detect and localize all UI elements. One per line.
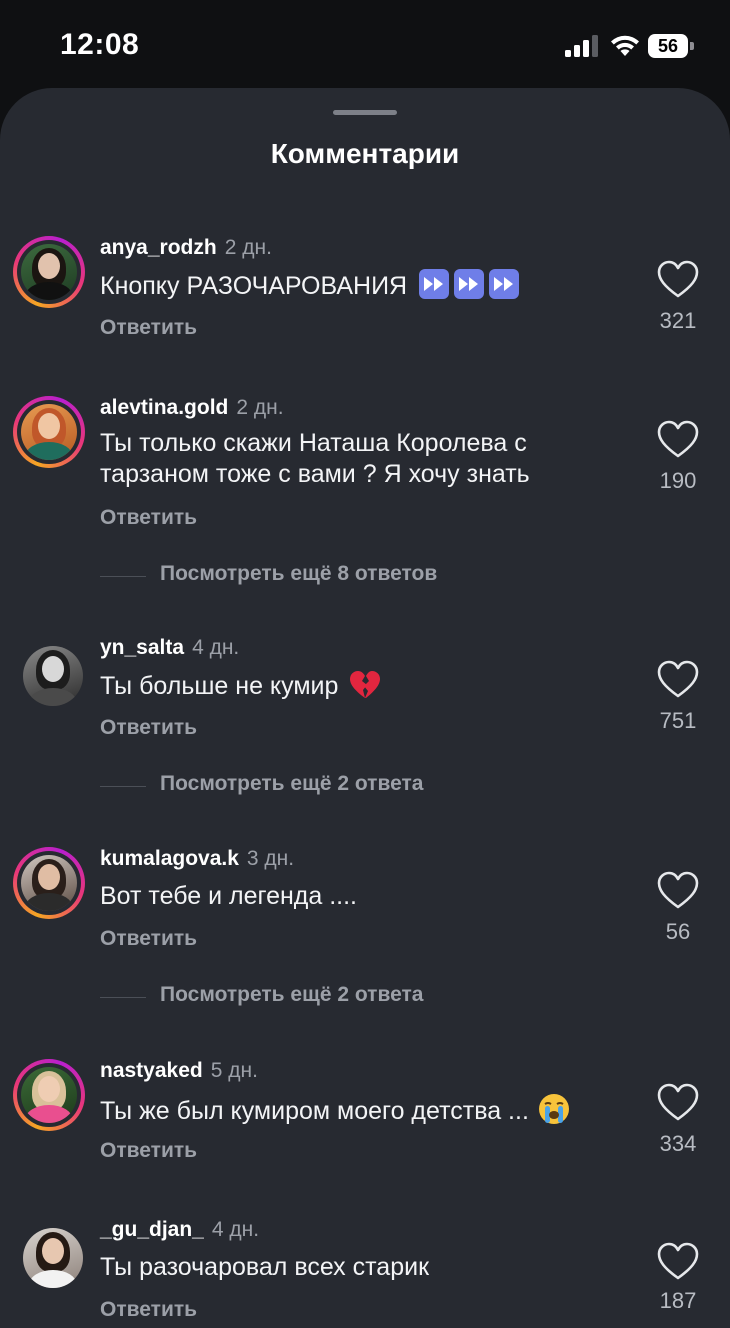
battery-icon: 56: [648, 34, 696, 58]
view-more-replies-button[interactable]: Посмотреть ещё 8 ответов: [100, 562, 600, 592]
comment-age: 2 дн.: [236, 396, 284, 419]
comment-header: alevtina.gold 2 дн.: [100, 396, 284, 420]
like-count: 334: [659, 1131, 697, 1156]
fast-forward-icon: [454, 269, 485, 299]
comment-header: kumalagova.k 3 дн.: [100, 847, 294, 871]
avatar-photo: [23, 1228, 83, 1288]
like-heart-icon[interactable]: [656, 420, 700, 460]
avatar[interactable]: [13, 1059, 85, 1131]
comment-text: Вот тебе и легенда ....: [100, 882, 358, 910]
fast-forward-icon: [489, 269, 520, 299]
status-bar: 12:08 56: [0, 0, 730, 92]
view-more-replies-button[interactable]: Посмотреть ещё 2 ответа: [100, 772, 600, 802]
username[interactable]: anya_rodzh: [100, 236, 217, 259]
username[interactable]: _gu_djan_: [100, 1218, 204, 1241]
battery-level: 56: [648, 34, 688, 58]
cellular-signal-icon: [565, 35, 598, 57]
status-time: 12:08: [60, 28, 140, 61]
username[interactable]: alevtina.gold: [100, 396, 228, 419]
avatar[interactable]: [13, 396, 85, 468]
view-more-replies-button[interactable]: Посмотреть ещё 2 ответа: [100, 983, 600, 1013]
reply-button[interactable]: Ответить: [100, 506, 197, 530]
crying-face-icon: [538, 1094, 569, 1124]
sheet-title: Комментарии: [270, 138, 460, 169]
comment-header: _gu_djan_ 4 дн.: [100, 1218, 259, 1242]
comment-header: yn_salta 4 дн.: [100, 636, 239, 660]
avatar[interactable]: [13, 847, 85, 919]
comment-text: Ты больше не кумир: [100, 670, 600, 702]
comment-age: 3 дн.: [246, 847, 295, 870]
like-heart-icon[interactable]: [656, 660, 700, 700]
avatar-photo: [21, 404, 77, 460]
like-heart-icon[interactable]: [656, 260, 700, 300]
broken-heart-icon: [350, 671, 381, 698]
like-count: 190: [659, 468, 697, 493]
like-count: 187: [659, 1288, 697, 1313]
avatar-photo: [21, 855, 77, 911]
comment-age: 2 дн.: [224, 236, 272, 259]
sheet-drag-handle[interactable]: [333, 110, 397, 115]
comment-header: nastyaked 5 дн.: [100, 1059, 258, 1083]
username[interactable]: nastyaked: [100, 1059, 203, 1082]
reply-button[interactable]: Ответить: [100, 927, 197, 951]
reply-button[interactable]: Ответить: [100, 1298, 197, 1322]
avatar-photo: [21, 244, 77, 300]
comment-header: anya_rodzh 2 дн.: [100, 236, 272, 260]
comment-age: 4 дн.: [192, 636, 240, 659]
avatar-photo: [23, 646, 83, 706]
avatar[interactable]: [13, 1218, 85, 1290]
avatar[interactable]: [13, 236, 85, 308]
comment-text: Ты же был кумиром моего детства ...: [100, 1093, 630, 1127]
username[interactable]: kumalagova.k: [100, 847, 239, 870]
comment-text: Ты только скажи Наташа Королева с тарзан…: [100, 429, 530, 488]
comment-age: 4 дн.: [211, 1218, 260, 1241]
comment-text: Ты разочаровал всех старик: [100, 1253, 430, 1281]
comment-text: Кнопку РАЗОЧАРОВАНИЯ: [100, 269, 600, 302]
like-count: 321: [659, 308, 697, 333]
reply-button[interactable]: Ответить: [100, 316, 197, 340]
wifi-icon: [611, 35, 639, 56]
reply-button[interactable]: Ответить: [100, 1139, 197, 1163]
like-heart-icon[interactable]: [656, 1242, 700, 1282]
username[interactable]: yn_salta: [100, 636, 184, 659]
reply-button[interactable]: Ответить: [100, 716, 197, 740]
like-heart-icon[interactable]: [656, 871, 700, 911]
like-count: 56: [665, 919, 691, 944]
like-heart-icon[interactable]: [656, 1083, 700, 1123]
like-count: 751: [659, 708, 697, 733]
comment-age: 5 дн.: [210, 1059, 258, 1082]
avatar-photo: [21, 1067, 77, 1123]
avatar[interactable]: [13, 636, 85, 708]
fast-forward-icon: [419, 269, 450, 299]
